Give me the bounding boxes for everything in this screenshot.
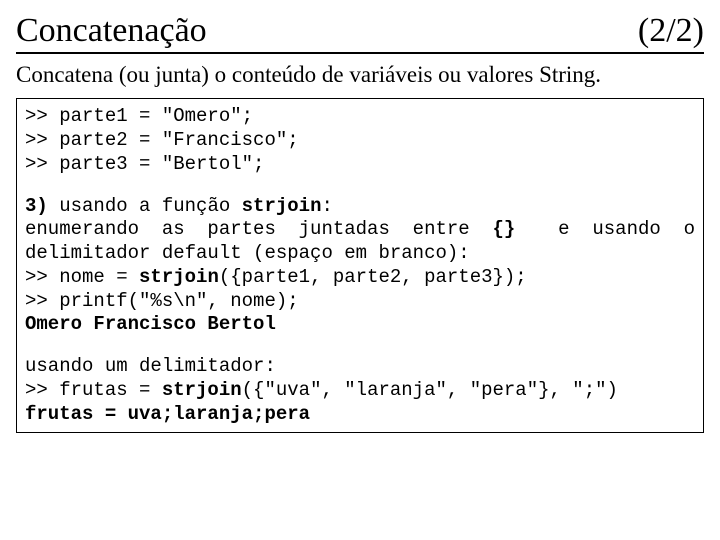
- code-box: >> parte1 = "Omero"; >> parte2 = "Franci…: [16, 98, 704, 433]
- text: e usando o: [535, 218, 695, 242]
- page-number: (2/2): [638, 12, 704, 50]
- output-line: Omero Francisco Bertol: [25, 313, 695, 337]
- text: >> nome =: [25, 266, 139, 288]
- output-line: frutas = uva;laranja;pera: [25, 403, 695, 427]
- slide-title: Concatenação: [16, 12, 207, 50]
- text: enumerando as partes juntadas entre: [25, 218, 492, 240]
- text: :: [321, 195, 332, 217]
- slide-subtitle: Concatena (ou junta) o conteúdo de variá…: [16, 62, 704, 88]
- code-line: >> nome = strjoin({parte1, parte2, parte…: [25, 266, 695, 290]
- code-line: >> parte3 = "Bertol";: [25, 153, 695, 177]
- func-name: strjoin: [242, 195, 322, 217]
- code-line: delimitador default (espaço em branco):: [25, 242, 695, 266]
- blank-line: [25, 337, 695, 355]
- code-line: >> parte2 = "Francisco";: [25, 129, 695, 153]
- item-number: 3): [25, 195, 48, 217]
- text: >> frutas =: [25, 379, 162, 401]
- text: ({parte1, parte2, parte3});: [219, 266, 527, 288]
- code-line: usando um delimitador:: [25, 355, 695, 379]
- blank-line: [25, 177, 695, 195]
- code-line: >> parte1 = "Omero";: [25, 105, 695, 129]
- code-line: enumerando as partes juntadas entre {} e…: [25, 218, 695, 242]
- text: usando a função: [48, 195, 242, 217]
- text: ({"uva", "laranja", "pera"}, ";"): [242, 379, 618, 401]
- code-line: >> frutas = strjoin({"uva", "laranja", "…: [25, 379, 695, 403]
- slide-header: Concatenação (2/2): [16, 12, 704, 54]
- braces: {}: [492, 218, 515, 240]
- code-line: 3) usando a função strjoin:: [25, 195, 695, 219]
- code-line: >> printf("%s\n", nome);: [25, 290, 695, 314]
- func-name: strjoin: [139, 266, 219, 288]
- func-name: strjoin: [162, 379, 242, 401]
